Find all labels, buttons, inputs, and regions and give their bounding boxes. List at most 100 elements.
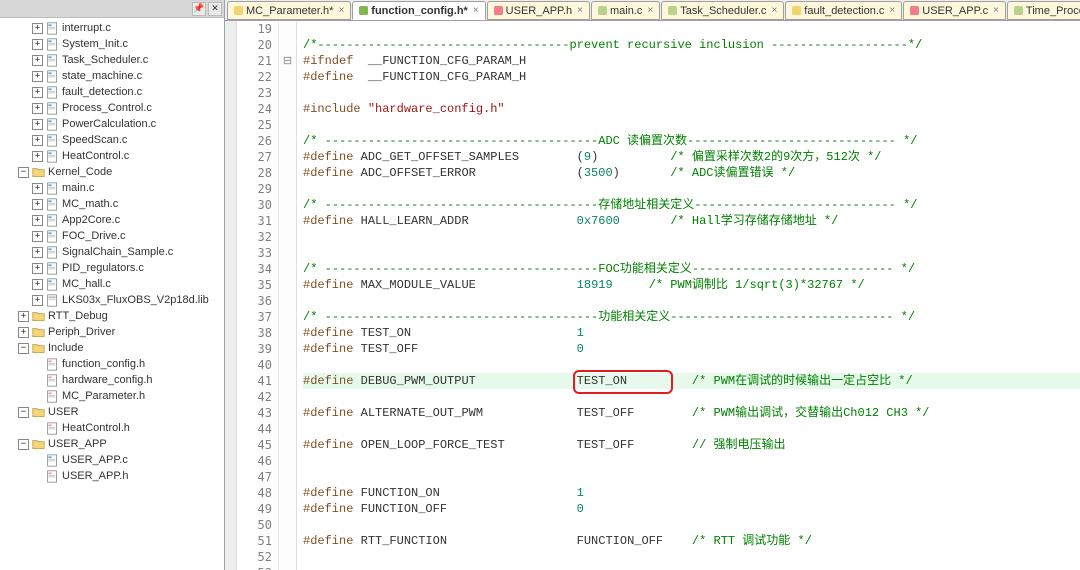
fold-marker[interactable]: [279, 245, 296, 261]
code-line[interactable]: [303, 117, 1080, 133]
fold-marker[interactable]: [279, 517, 296, 533]
tree-item[interactable]: HeatControl.h: [4, 420, 224, 436]
fold-marker[interactable]: [279, 85, 296, 101]
tree-item[interactable]: +App2Core.c: [4, 212, 224, 228]
fold-marker[interactable]: [279, 373, 296, 389]
fold-marker[interactable]: [279, 405, 296, 421]
tree-item[interactable]: USER_APP.c: [4, 452, 224, 468]
fold-marker[interactable]: [279, 261, 296, 277]
pin-icon[interactable]: 📌: [192, 2, 206, 16]
code-line[interactable]: [303, 421, 1080, 437]
tree-item[interactable]: +interrupt.c: [4, 20, 224, 36]
tree-item[interactable]: +main.c: [4, 180, 224, 196]
fold-marker[interactable]: [279, 69, 296, 85]
fold-marker[interactable]: [279, 117, 296, 133]
fold-marker[interactable]: [279, 501, 296, 517]
tree-item[interactable]: +SpeedScan.c: [4, 132, 224, 148]
tree-toggle[interactable]: +: [32, 135, 43, 146]
code-line[interactable]: #define DEBUG_PWM_OUTPUT TEST_ON /* PWM在…: [303, 373, 1080, 389]
fold-marker[interactable]: [279, 437, 296, 453]
fold-marker[interactable]: [279, 469, 296, 485]
code-line[interactable]: #define MAX_MODULE_VALUE 18919 /* PWM调制比…: [303, 277, 1080, 293]
tree-toggle[interactable]: +: [32, 263, 43, 274]
code-line[interactable]: /* -------------------------------------…: [303, 133, 1080, 149]
tree-toggle[interactable]: +: [32, 39, 43, 50]
tree-item[interactable]: USER_APP.h: [4, 468, 224, 484]
tree-item[interactable]: function_config.h: [4, 356, 224, 372]
code-line[interactable]: #define OPEN_LOOP_FORCE_TEST TEST_OFF //…: [303, 437, 1080, 453]
code-line[interactable]: [303, 469, 1080, 485]
code-line[interactable]: #define ADC_OFFSET_ERROR (3500) /* ADC读偏…: [303, 165, 1080, 181]
tree-item[interactable]: −Kernel_Code: [4, 164, 224, 180]
tree-item[interactable]: −Include: [4, 340, 224, 356]
tree-toggle[interactable]: −: [18, 407, 29, 418]
tree-item[interactable]: +Process_Control.c: [4, 100, 224, 116]
tree-toggle[interactable]: +: [32, 23, 43, 34]
code-line[interactable]: /* -------------------------------------…: [303, 261, 1080, 277]
tree-item[interactable]: +Task_Scheduler.c: [4, 52, 224, 68]
fold-marker[interactable]: [279, 277, 296, 293]
fold-marker[interactable]: [279, 37, 296, 53]
tree-toggle[interactable]: +: [32, 55, 43, 66]
editor-tab[interactable]: Task_Scheduler.c×: [661, 1, 784, 20]
fold-marker[interactable]: [279, 181, 296, 197]
tree-item[interactable]: hardware_config.h: [4, 372, 224, 388]
editor-tab[interactable]: main.c×: [591, 1, 660, 20]
tab-close-icon[interactable]: ×: [473, 5, 479, 16]
tree-toggle[interactable]: +: [32, 295, 43, 306]
fold-marker[interactable]: [279, 421, 296, 437]
tree-toggle[interactable]: +: [32, 215, 43, 226]
tree-toggle[interactable]: −: [18, 439, 29, 450]
tab-close-icon[interactable]: ×: [338, 5, 344, 16]
tree-toggle[interactable]: +: [32, 151, 43, 162]
tree-item[interactable]: +System_Init.c: [4, 36, 224, 52]
tree-item[interactable]: −USER: [4, 404, 224, 420]
fold-marker[interactable]: [279, 533, 296, 549]
tree-item[interactable]: +fault_detection.c: [4, 84, 224, 100]
tab-close-icon[interactable]: ×: [993, 5, 999, 16]
tab-close-icon[interactable]: ×: [771, 5, 777, 16]
code-line[interactable]: /* -------------------------------------…: [303, 309, 1080, 325]
code-line[interactable]: #define FUNCTION_OFF 0: [303, 501, 1080, 517]
tab-close-icon[interactable]: ×: [577, 5, 583, 16]
fold-marker[interactable]: [279, 341, 296, 357]
tab-close-icon[interactable]: ×: [889, 5, 895, 16]
fold-marker[interactable]: [279, 213, 296, 229]
code-editor[interactable]: 1920212223242526272829303132333435363738…: [225, 20, 1080, 570]
code-line[interactable]: [303, 293, 1080, 309]
tree-toggle[interactable]: +: [32, 103, 43, 114]
tree-toggle[interactable]: +: [32, 119, 43, 130]
tree-toggle[interactable]: +: [32, 71, 43, 82]
editor-tab[interactable]: fault_detection.c×: [785, 1, 902, 20]
code-line[interactable]: [303, 389, 1080, 405]
editor-tab[interactable]: USER_APP.c×: [903, 1, 1006, 20]
tree-toggle[interactable]: +: [32, 183, 43, 194]
fold-marker[interactable]: [279, 565, 296, 570]
code-line[interactable]: [303, 21, 1080, 37]
fold-marker[interactable]: [279, 165, 296, 181]
fold-marker[interactable]: [279, 549, 296, 565]
fold-marker[interactable]: [279, 325, 296, 341]
code-line[interactable]: #define RTT_FUNCTION FUNCTION_OFF /* RTT…: [303, 533, 1080, 549]
tree-toggle[interactable]: −: [18, 167, 29, 178]
tree-item[interactable]: +LKS03x_FluxOBS_V2p18d.lib: [4, 292, 224, 308]
tree-item[interactable]: +Periph_Driver: [4, 324, 224, 340]
code-line[interactable]: #define HALL_LEARN_ADDR 0x7600 /* Hall学习…: [303, 213, 1080, 229]
code-line[interactable]: [303, 229, 1080, 245]
fold-marker[interactable]: [279, 293, 296, 309]
fold-marker[interactable]: [279, 229, 296, 245]
code-line[interactable]: [303, 357, 1080, 373]
code-line[interactable]: #define __FUNCTION_CFG_PARAM_H: [303, 69, 1080, 85]
tree-item[interactable]: MC_Parameter.h: [4, 388, 224, 404]
code-line[interactable]: [303, 549, 1080, 565]
code-line[interactable]: #define TEST_OFF 0: [303, 341, 1080, 357]
tree-item[interactable]: +MC_math.c: [4, 196, 224, 212]
fold-marker[interactable]: [279, 357, 296, 373]
tree-toggle[interactable]: +: [18, 327, 29, 338]
code-line[interactable]: #define ALTERNATE_OUT_PWM TEST_OFF /* PW…: [303, 405, 1080, 421]
close-panel-icon[interactable]: ✕: [208, 2, 222, 16]
code-line[interactable]: [303, 85, 1080, 101]
code-line[interactable]: [303, 181, 1080, 197]
tree-toggle[interactable]: +: [18, 311, 29, 322]
editor-tab[interactable]: Time_Process×: [1007, 1, 1080, 20]
